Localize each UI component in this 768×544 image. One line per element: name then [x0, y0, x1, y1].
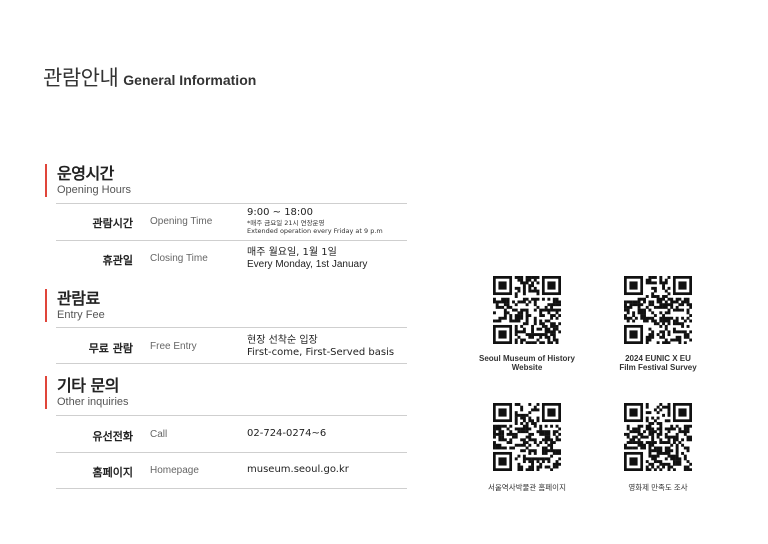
row-value: 매주 월요일, 1월 1일 Every Monday, 1st January — [247, 247, 367, 271]
qr-label: 2024 EUNIC X EU — [625, 354, 691, 363]
row-label-en: Homepage — [150, 465, 199, 476]
info-row-opening-time: 관람시간 Opening Time 9:00 ~ 18:00 *매주 금요일 2… — [56, 203, 407, 240]
section-heading-opening-hours: 운영시간 Opening Hours — [45, 164, 131, 197]
qr-label-line2: Film Festival Survey — [619, 363, 697, 372]
page-title: 관람안내 General Information — [43, 62, 256, 92]
section-heading-en: Other inquiries — [57, 396, 129, 408]
entry-method-ko: 현장 선착순 입장 — [247, 335, 318, 346]
qr-block-festival-survey-ko: 영화제 만족도 조사 — [598, 403, 718, 492]
qr-label-line2: Website — [511, 363, 543, 372]
homepage-link[interactable]: museum.seoul.go.kr — [247, 464, 349, 476]
qr-label: 영화제 만족도 조사 — [628, 483, 688, 492]
page-title-ko: 관람안내 — [43, 66, 119, 90]
qr-code-icon[interactable] — [493, 276, 561, 344]
qr-code-icon[interactable] — [624, 403, 692, 471]
row-label-ko: 무료 관람 — [88, 342, 133, 355]
section-heading-other-inquiries: 기타 문의 Other inquiries — [45, 376, 129, 409]
info-row-homepage: 홈페이지 Homepage museum.seoul.go.kr — [56, 452, 407, 489]
closing-day-en: Every Monday, 1st January — [247, 259, 368, 270]
row-label-en: Opening Time — [150, 216, 213, 227]
row-label-en: Call — [150, 429, 168, 440]
section-heading-ko: 운영시간 — [57, 164, 114, 183]
qr-block-festival-survey: 2024 EUNIC X EU Film Festival Survey — [598, 276, 718, 372]
opening-time-note-ko: *매주 금요일 21시 연장운영 — [247, 219, 325, 227]
qr-block-museum-website: Seoul Museum of History Website — [467, 276, 587, 372]
qr-code-icon[interactable] — [624, 276, 692, 344]
row-label-ko: 관람시간 — [92, 217, 133, 230]
row-label-ko: 홈페이지 — [92, 466, 133, 479]
phone-number[interactable]: 02-724-0274~6 — [247, 428, 326, 440]
section-heading-ko: 기타 문의 — [57, 376, 119, 395]
qr-code-icon[interactable] — [493, 403, 561, 471]
qr-label: 서울역사박물관 홈페이지 — [488, 483, 566, 492]
row-label-ko: 휴관일 — [102, 254, 133, 267]
info-row-closing-time: 휴관일 Closing Time 매주 월요일, 1월 1일 Every Mon… — [56, 240, 407, 276]
qr-block-museum-homepage-ko: 서울역사박물관 홈페이지 — [467, 403, 587, 492]
closing-day-ko: 매주 월요일, 1월 1일 — [247, 247, 337, 258]
row-value: 현장 선착순 입장 First-come, First-Served basis — [247, 335, 394, 359]
info-row-free-entry: 무료 관람 Free Entry 현장 선착순 입장 First-come, F… — [56, 327, 407, 364]
section-heading-ko: 관람료 — [57, 289, 100, 308]
opening-time-value: 9:00 ~ 18:00 — [247, 207, 314, 218]
info-row-call: 유선전화 Call 02-724-0274~6 — [56, 415, 407, 452]
page-title-en: General Information — [123, 72, 257, 88]
opening-time-note-en: Extended operation every Friday at 9 p.m — [247, 227, 383, 235]
row-label-en: Free Entry — [150, 341, 197, 352]
qr-label: Seoul Museum of History — [478, 354, 575, 363]
row-label-ko: 유선전화 — [92, 430, 133, 443]
row-value: 9:00 ~ 18:00 *매주 금요일 21시 연장운영 Extended o… — [247, 207, 383, 235]
section-heading-en: Entry Fee — [57, 309, 105, 321]
section-heading-entry-fee: 관람료 Entry Fee — [45, 289, 105, 322]
entry-method-en: First-come, First-Served basis — [247, 347, 395, 358]
section-heading-en: Opening Hours — [57, 184, 131, 196]
row-label-en: Closing Time — [150, 253, 208, 264]
